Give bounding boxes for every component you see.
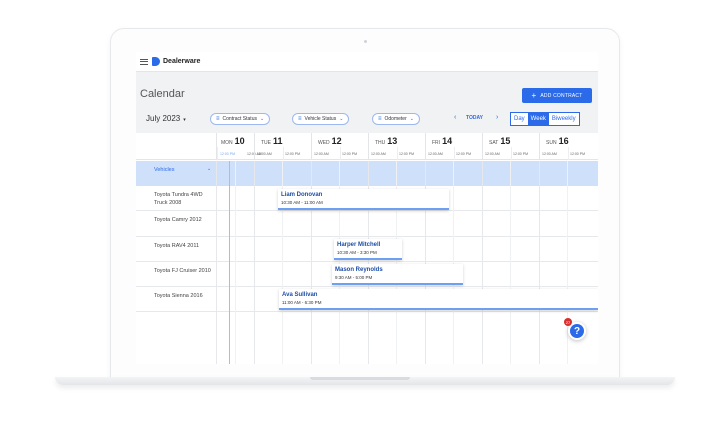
day-of-week: TUE	[261, 140, 271, 146]
day-of-week: MON	[221, 140, 233, 146]
time-label: 12:00 PM	[399, 152, 414, 156]
booking-event[interactable]: Mason Reynolds 9:30 AM - 5:00 PM	[332, 264, 463, 285]
day-date: 16	[558, 136, 569, 146]
day-of-week: FRI	[432, 140, 441, 146]
contract-status-filter[interactable]: ≡ Contract Status ⌄	[210, 113, 271, 125]
vehicle-name[interactable]: Toyota RAV4 2011	[154, 242, 212, 250]
time-label: 12:00 AM	[542, 152, 557, 156]
vehicle-name[interactable]: Toyota Sienna 2016	[154, 292, 212, 300]
page-title: Calendar	[140, 88, 185, 100]
day-header-thu: THU 13 12:00 AM 12:00 PM	[368, 133, 425, 160]
day-of-week: SAT	[489, 140, 499, 146]
vehicle-name[interactable]: Toyota FJ Cruiser 2010	[154, 267, 212, 275]
day-date: 10	[234, 136, 245, 146]
app-screen: Dealerware Calendar + ADD CONTRACT July …	[136, 52, 598, 364]
event-time: 9:30 AM - 5:00 PM	[335, 275, 373, 280]
view-biweekly-button[interactable]: Biweekly	[548, 113, 579, 125]
time-label: 12:00 PM	[220, 152, 235, 156]
day-date: 13	[387, 136, 398, 146]
calendar-toolbar: July 2023 ▾ ≡ Contract Status ⌄ ≡ Vehicle…	[136, 111, 598, 127]
notification-badge: 27	[564, 318, 572, 326]
time-label: 12:00 AM	[485, 152, 500, 156]
event-time: 11:00 AM - 6:30 PM	[282, 300, 322, 305]
day-of-week: WED	[318, 140, 330, 146]
time-label: 12:00 PM	[285, 152, 300, 156]
current-time-indicator	[229, 161, 230, 364]
question-icon: ?	[570, 324, 584, 338]
day-header-sat: SAT 15 12:00 AM 12:00 PM	[482, 133, 539, 160]
time-label: 12:00 PM	[513, 152, 528, 156]
filter-icon: ≡	[378, 116, 382, 122]
chevron-down-icon: ⌄	[259, 116, 265, 122]
chevron-down-icon: ⌄	[409, 116, 414, 122]
vehicle-name[interactable]: Toyota Tundra 4WD Truck 2008	[154, 191, 212, 207]
today-button[interactable]: TODAY	[466, 115, 483, 121]
booking-event[interactable]: Harper Mitchell 10:30 AM - 3:30 PM	[334, 239, 402, 260]
event-time: 10:30 AM - 11:00 AM	[281, 200, 323, 205]
month-label: July 2023	[146, 114, 181, 123]
event-customer: Ava Sullivan	[282, 292, 318, 298]
filter-label: Vehicle Status	[304, 116, 337, 122]
day-header-fri: FRI 14 12:00 AM 12:00 PM	[425, 133, 482, 160]
day-header-row: MON 10 12:00 PM 12:00 AM TUE 11 12:00 AM 1…	[136, 133, 598, 160]
time-label: 12:00 AM	[428, 152, 443, 156]
view-toggle: Day Week Biweekly	[510, 112, 580, 126]
day-date: 12	[331, 136, 342, 146]
day-header-tue: TUE 11 12:00 AM 12:00 PM	[254, 133, 311, 160]
calendar-body: Vehicles ⌄ Toyota Tundra 4WD Truck 2008 …	[136, 161, 598, 364]
chevron-down-icon: ⌄	[339, 116, 344, 122]
day-of-week: SUN	[546, 140, 557, 146]
time-label: 12:00 AM	[314, 152, 329, 156]
logo-icon	[152, 57, 160, 66]
time-label: 12:00 AM	[371, 152, 386, 156]
filter-icon: ≡	[216, 116, 220, 122]
view-week-button[interactable]: Week	[527, 113, 549, 125]
view-day-button[interactable]: Day	[511, 113, 528, 125]
month-selector[interactable]: July 2023 ▾	[146, 114, 186, 123]
day-header-sun: SUN 16 12:00 AM 12:00 PM	[539, 133, 598, 160]
vehicles-header: Vehicles	[154, 167, 175, 173]
menu-icon[interactable]	[140, 58, 148, 65]
day-date: 15	[500, 136, 511, 146]
vehicle-status-filter[interactable]: ≡ Vehicle Status ⌄	[292, 113, 350, 125]
booking-event[interactable]: Liam Donovan 10:30 AM - 11:00 AM	[278, 189, 449, 210]
event-customer: Liam Donovan	[281, 192, 323, 198]
time-label: 12:00 PM	[342, 152, 357, 156]
filter-label: Contract Status	[222, 116, 257, 122]
time-label: 12:00 PM	[570, 152, 585, 156]
calendar-grid: MON 10 12:00 PM 12:00 AM TUE 11 12:00 AM 1…	[136, 133, 598, 364]
prev-week-icon[interactable]: ‹	[454, 114, 456, 121]
plus-icon: +	[531, 90, 537, 100]
day-date: 11	[273, 136, 283, 146]
time-label: 12:00 AM	[257, 152, 272, 156]
filter-label: Odometer	[384, 116, 407, 122]
event-time: 10:30 AM - 3:30 PM	[337, 250, 377, 255]
day-date: 14	[442, 136, 453, 146]
odometer-filter[interactable]: ≡ Odometer ⌄	[372, 113, 420, 125]
vehicles-header-band[interactable]: Vehicles ⌄	[136, 161, 598, 186]
event-customer: Mason Reynolds	[335, 267, 383, 273]
chevron-down-icon[interactable]: ⌄	[207, 166, 211, 172]
time-label: 12:00 PM	[456, 152, 471, 156]
event-customer: Harper Mitchell	[337, 242, 381, 248]
day-of-week: THU	[375, 140, 386, 146]
caret-down-icon: ▾	[183, 117, 186, 123]
filter-icon: ≡	[298, 116, 302, 122]
add-contract-button[interactable]: + ADD CONTRACT	[522, 88, 592, 103]
booking-event[interactable]: Ava Sullivan 11:00 AM - 6:30 PM	[279, 289, 598, 310]
app-bar: Dealerware	[136, 52, 598, 72]
day-header-mon: MON 10 12:00 PM 12:00 AM	[216, 133, 262, 160]
laptop-notch	[310, 377, 410, 380]
camera-dot	[364, 40, 367, 43]
brand-name: Dealerware	[163, 58, 201, 65]
device-stage: Dealerware Calendar + ADD CONTRACT July …	[0, 0, 720, 425]
next-week-icon[interactable]: ›	[496, 114, 498, 121]
vehicle-name[interactable]: Toyota Camry 2012	[154, 216, 212, 224]
add-contract-label: ADD CONTRACT	[540, 92, 583, 99]
vehicle-row: Toyota Camry 2012	[136, 211, 598, 237]
day-header-wed: WED 12 12:00 AM 12:00 PM	[311, 133, 368, 160]
